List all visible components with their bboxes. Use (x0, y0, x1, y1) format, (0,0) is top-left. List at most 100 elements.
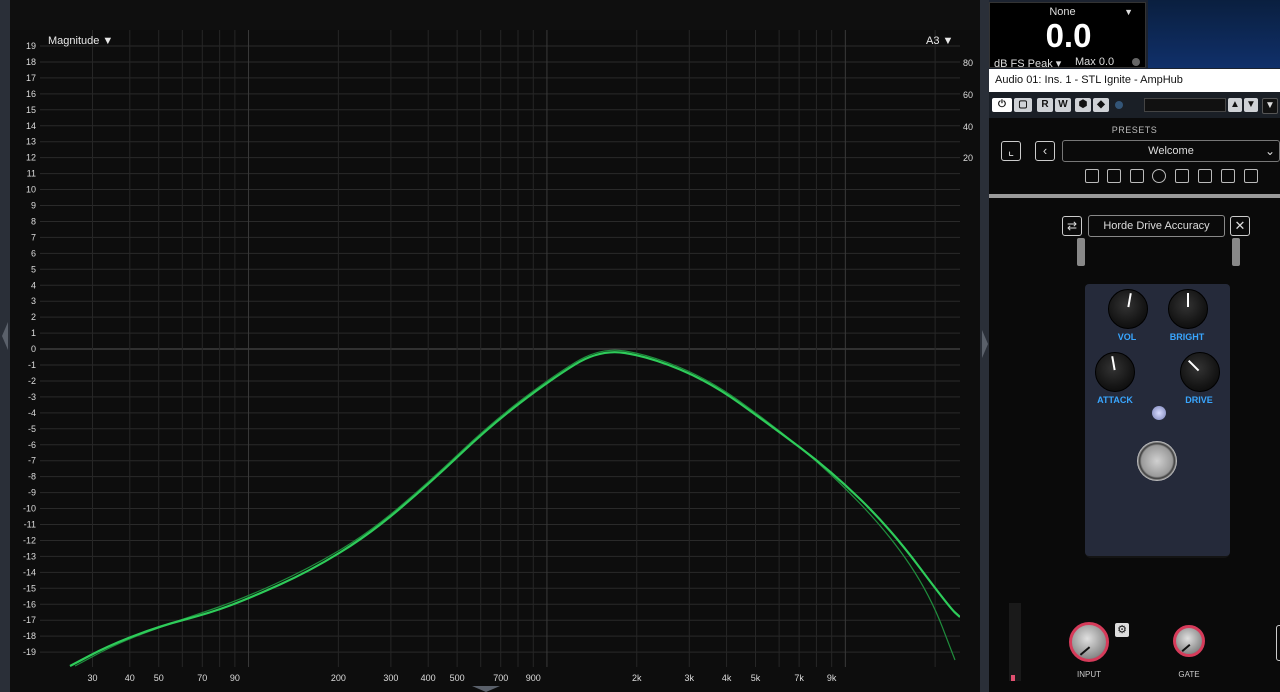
x-tick-label: 200 (331, 673, 346, 683)
vol-knob[interactable] (1108, 289, 1148, 329)
x-tick-label: 3k (685, 673, 695, 683)
activity-led-icon (1115, 101, 1123, 109)
bright-knob[interactable] (1168, 289, 1208, 329)
input-label: INPUT (1077, 670, 1101, 679)
section-divider (989, 194, 1280, 198)
y-tick-label: 19 (26, 41, 36, 51)
y-tick-label: -1 (28, 360, 36, 370)
plugin-body: PRESETS ⌞ ‹ Welcome ⌄ ⇄ Horde Drive Accu… (989, 118, 1280, 692)
new-preset-icon[interactable] (1085, 169, 1099, 183)
y-tick-label: 15 (26, 105, 36, 115)
y-tick-label: -14 (23, 567, 36, 577)
chevron-down-icon[interactable]: ▼ (1124, 7, 1133, 17)
y-tick-label: -13 (23, 551, 36, 561)
y-tick-label: -17 (23, 615, 36, 625)
meter-value: 0.0 (1045, 17, 1092, 54)
y-tick-label: -2 (28, 376, 36, 386)
y-tick-label: 7 (31, 232, 36, 242)
y-tick-label: 14 (26, 121, 36, 131)
y-tick-label: -9 (28, 488, 36, 498)
input-knob[interactable] (1069, 622, 1109, 662)
preset-field[interactable] (1144, 98, 1226, 112)
y-tick-label: -16 (23, 599, 36, 609)
side-panel-toggle[interactable] (1276, 625, 1280, 661)
y-tick-label: 3 (31, 296, 36, 306)
plugin-toolbar: ⏻ ▢ R W ⬢ ◆ ▲ ▼ ▼ (989, 92, 1280, 118)
y-tick-label: -19 (23, 647, 36, 657)
input-level-meter (1009, 603, 1021, 681)
compare-icon[interactable]: ⬢ (1075, 98, 1091, 112)
output-jack (1232, 238, 1240, 266)
y-tick-label: 11 (27, 169, 36, 179)
x-tick-label: 9k (827, 673, 837, 683)
y-tick-label: 6 (31, 248, 36, 258)
y-tick-label: -6 (28, 440, 36, 450)
save-preset-icon[interactable] (1130, 169, 1144, 183)
meter-reset-dot[interactable] (1132, 58, 1140, 66)
x-tick-label: 7k (794, 673, 804, 683)
y-tick-label: -8 (28, 472, 36, 482)
preset-down-icon[interactable]: ▼ (1244, 98, 1258, 112)
gear-icon[interactable]: ⚙ (1115, 623, 1129, 637)
y-tick-label: 10 (26, 185, 36, 195)
y-tick-label: 18 (26, 57, 36, 67)
right-tick-label: 20 (963, 153, 973, 163)
write-automation-button[interactable]: W (1055, 98, 1071, 112)
x-tick-label: 500 (450, 673, 465, 683)
x-tick-label: 400 (421, 673, 436, 683)
history-icon[interactable] (1152, 169, 1166, 183)
import-preset-icon[interactable] (1107, 169, 1121, 183)
attack-label: ATTACK (1097, 395, 1133, 405)
rename-preset-icon[interactable] (1175, 169, 1189, 183)
y-tick-label: -12 (23, 535, 36, 545)
copy-preset-icon[interactable] (1221, 169, 1235, 183)
drive-knob[interactable] (1180, 352, 1220, 392)
x-tick-label: 70 (197, 673, 207, 683)
analyzer-x-axis: 30 40 50 70 90 200 300 400 500 700 900 2k 3k 4k 5k 7k 9k (10, 667, 980, 692)
expand-icon[interactable]: ⌞ (1001, 141, 1021, 161)
input-jack (1077, 238, 1085, 266)
preset-select[interactable]: Welcome ⌄ (1062, 140, 1280, 162)
y-tick-label: 4 (31, 280, 36, 290)
paste-preset-icon[interactable] (1244, 169, 1258, 183)
read-automation-button[interactable]: R (1037, 98, 1053, 112)
preset-up-icon[interactable]: ▲ (1228, 98, 1242, 112)
y-tick-label: -10 (23, 504, 36, 514)
amp-model-name[interactable]: Horde Drive Accuracy (1088, 215, 1225, 237)
drive-label: DRIVE (1185, 395, 1213, 405)
chevron-down-icon[interactable]: ▼ (1262, 98, 1278, 114)
x-tick-label: 4k (722, 673, 732, 683)
x-tick-label: 300 (383, 673, 398, 683)
x-tick-label: 5k (751, 673, 761, 683)
side-chain-icon[interactable]: ◆ (1093, 98, 1109, 112)
y-tick-label: -5 (28, 424, 36, 434)
vol-label: VOL (1117, 332, 1137, 342)
bright-label: BRIGHT (1169, 332, 1205, 342)
y-tick-label: -15 (23, 583, 36, 593)
analyzer-right-scale: 80 60 40 20 (960, 30, 980, 667)
chevron-left-icon[interactable]: ‹ (1035, 141, 1055, 161)
spectrum-analyzer[interactable]: 19 18 17 16 15 14 13 12 11 10 9 8 7 6 5 4 3 2 1 0 -1 -2 -3 -4 -5… (10, 30, 960, 667)
swap-icon[interactable]: ⇄ (1062, 216, 1082, 236)
x-tick-label: 900 (526, 673, 541, 683)
background-panel (1148, 0, 1280, 68)
level-meter: None ▼ 0.0 dB FS Peak ▾ Max 0.0 (989, 2, 1146, 70)
y-tick-label: -3 (28, 392, 36, 402)
bypass-icon[interactable]: ▢ (1014, 98, 1032, 112)
magnitude-dropdown[interactable]: Magnitude ▼ (48, 35, 113, 47)
presets-heading: PRESETS (1111, 125, 1158, 135)
gate-knob[interactable] (1173, 625, 1205, 657)
y-tick-label: 17 (26, 73, 36, 83)
x-tick-label: 700 (493, 673, 508, 683)
close-icon[interactable]: ✕ (1230, 216, 1250, 236)
attack-knob[interactable] (1095, 352, 1135, 392)
footswitch-button[interactable] (1137, 441, 1177, 481)
x-tick-label: 40 (125, 673, 135, 683)
preset-name: Welcome (1148, 145, 1194, 157)
right-tick-label: 60 (963, 90, 973, 100)
delete-preset-icon[interactable] (1198, 169, 1212, 183)
power-icon[interactable]: ⏻ (992, 98, 1012, 112)
channel-dropdown[interactable]: A3 ▼ (926, 35, 953, 47)
x-tick-label: 50 (154, 673, 164, 683)
plugin-window-title: Audio 01: Ins. 1 - STL Ignite - AmpHub (989, 69, 1280, 92)
